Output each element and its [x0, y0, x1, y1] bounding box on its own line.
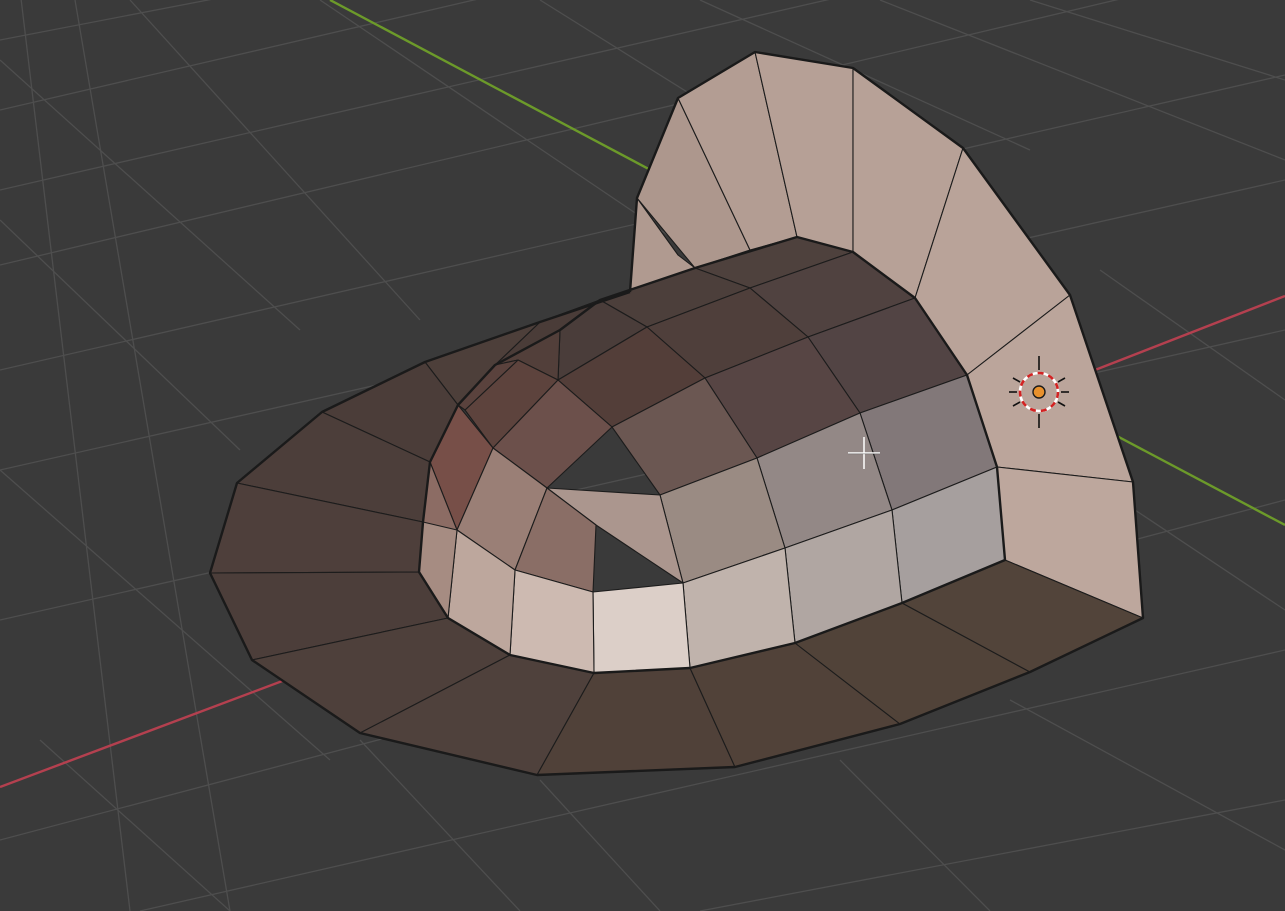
3d-viewport[interactable]	[0, 0, 1285, 911]
